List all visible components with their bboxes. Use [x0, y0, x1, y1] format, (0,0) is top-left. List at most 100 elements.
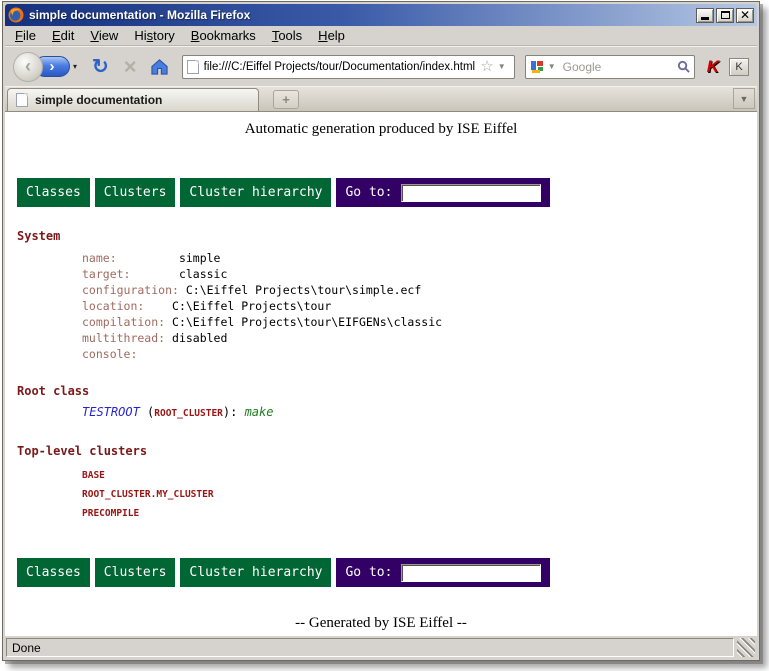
- goto-input[interactable]: [401, 564, 541, 582]
- firefox-icon: [8, 7, 24, 23]
- system-row-label: console:: [82, 347, 137, 361]
- menu-history[interactable]: History: [126, 26, 182, 45]
- menu-help[interactable]: Help: [310, 26, 353, 45]
- nav-button-cluster-hierarchy[interactable]: Cluster hierarchy: [180, 558, 331, 587]
- tab-favicon: [16, 93, 28, 107]
- system-row-label: multithread:: [82, 331, 172, 345]
- system-row-value: classic: [179, 267, 227, 281]
- new-tab-button[interactable]: +: [273, 90, 299, 109]
- cluster-link[interactable]: ROOT_CLUSTER.MY_CLUSTER: [82, 489, 214, 500]
- generated-by-line: -- Generated by ISE Eiffel --: [5, 613, 757, 633]
- cluster-row: PRECOMPILE: [82, 503, 757, 522]
- system-row: name: simple: [82, 250, 757, 266]
- cluster-row: ROOT_CLUSTER.MY_CLUSTER: [82, 484, 757, 503]
- nav-button-cluster-hierarchy[interactable]: Cluster hierarchy: [180, 178, 331, 207]
- system-row-value: disabled: [172, 331, 227, 345]
- system-row-label: target:: [82, 267, 179, 281]
- k-toolbar-button[interactable]: K: [729, 58, 749, 76]
- refresh-button[interactable]: ↻: [92, 57, 109, 77]
- cluster-link[interactable]: PRECOMPILE: [82, 508, 139, 519]
- cluster-list: BASE ROOT_CLUSTER.MY_CLUSTER PRECOMPILE: [82, 465, 757, 522]
- system-row-label: location:: [82, 299, 172, 313]
- cluster-row: BASE: [82, 465, 757, 484]
- history-dropdown-icon[interactable]: ▾: [73, 62, 77, 71]
- window-title: simple documentation - Mozilla Firefox: [29, 8, 694, 22]
- close-button[interactable]: ✕: [736, 8, 754, 23]
- url-input[interactable]: [199, 61, 481, 73]
- firefox-window: simple documentation - Mozilla Firefox ✕…: [2, 1, 760, 661]
- nav-button-classes[interactable]: Classes: [17, 178, 90, 207]
- tab-simple-documentation[interactable]: simple documentation: [7, 88, 259, 111]
- root-class-heading: Root class: [17, 384, 757, 398]
- nav-row-bottom: ClassesClustersCluster hierarchy Go to:: [17, 558, 757, 587]
- maximize-button[interactable]: [716, 8, 734, 23]
- minimize-icon: [701, 17, 709, 20]
- system-row: configuration: C:\Eiffel Projects\tour\s…: [82, 282, 757, 298]
- system-rows: name: simpletarget: classicconfiguration…: [82, 250, 757, 362]
- home-icon: [150, 58, 169, 75]
- menu-bookmarks[interactable]: Bookmarks: [183, 26, 264, 45]
- navigation-toolbar: ‹ › ▾ ↻ × ☆ ▼: [5, 46, 757, 86]
- back-button[interactable]: ‹: [13, 52, 43, 82]
- system-row: console:: [82, 346, 757, 362]
- cluster-link[interactable]: BASE: [82, 470, 105, 481]
- system-row: compilation: C:\Eiffel Projects\tour\EIF…: [82, 314, 757, 330]
- paren-close: ):: [223, 405, 245, 419]
- menu-edit[interactable]: Edit: [44, 26, 82, 45]
- status-bar: Done: [5, 636, 757, 658]
- paren-open: (: [140, 405, 154, 419]
- system-heading: System: [17, 229, 757, 243]
- nav-button-clusters[interactable]: Clusters: [95, 558, 176, 587]
- system-row-value: C:\Eiffel Projects\tour: [172, 299, 331, 313]
- system-row-value: C:\Eiffel Projects\tour\EIFGENs\classic: [172, 315, 442, 329]
- goto-input[interactable]: [401, 184, 541, 202]
- status-panel: Done: [6, 638, 734, 657]
- root-class-link[interactable]: TESTROOT: [82, 405, 140, 419]
- title-bar[interactable]: simple documentation - Mozilla Firefox ✕: [5, 4, 757, 26]
- menu-file[interactable]: File: [7, 26, 44, 45]
- goto-label: Go to:: [345, 185, 392, 200]
- forward-arrow-icon: ›: [50, 58, 55, 75]
- tab-strip: simple documentation + ▼: [5, 86, 757, 112]
- nav-button-clusters[interactable]: Clusters: [95, 178, 176, 207]
- stop-button[interactable]: ×: [124, 57, 137, 77]
- menu-tools[interactable]: Tools: [264, 26, 310, 45]
- screenshot-stage: simple documentation - Mozilla Firefox ✕…: [0, 0, 769, 671]
- root-class-row: TESTROOT (ROOT_CLUSTER): make: [82, 404, 757, 422]
- creation-feature-link[interactable]: make: [245, 405, 274, 419]
- system-row-value: C:\Eiffel Projects\tour\simple.ecf: [186, 283, 421, 297]
- search-magnifier-icon[interactable]: [677, 60, 690, 73]
- tab-list-dropdown-button[interactable]: ▼: [733, 88, 755, 109]
- goto-box: Go to:: [336, 558, 550, 587]
- back-arrow-icon: ‹: [25, 56, 31, 77]
- system-row: target: classic: [82, 266, 757, 282]
- maximize-icon: [721, 11, 730, 19]
- bookmark-star-icon[interactable]: ☆: [480, 59, 493, 74]
- nav-row-top: ClassesClustersCluster hierarchy Go to:: [17, 178, 757, 207]
- chevron-down-icon: ▼: [740, 94, 749, 104]
- nav-button-classes[interactable]: Classes: [17, 558, 90, 587]
- minimize-button[interactable]: [696, 8, 714, 23]
- search-input[interactable]: [560, 60, 677, 74]
- page-content: Automatic generation produced by ISE Eif…: [5, 112, 757, 636]
- clusters-heading: Top-level clusters: [17, 444, 757, 458]
- home-button[interactable]: [150, 58, 169, 75]
- address-bar: ☆ ▼: [182, 55, 515, 79]
- kaspersky-icon[interactable]: K: [707, 58, 719, 75]
- search-engine-dropdown-icon[interactable]: ▼: [544, 62, 560, 71]
- goto-label: Go to:: [345, 565, 392, 580]
- goto-box: Go to:: [336, 178, 550, 207]
- status-text: Done: [12, 641, 41, 655]
- page-footer: -- Generated by ISE Eiffel -- For more d…: [5, 613, 757, 636]
- menu-bar: FileEditViewHistoryBookmarksToolsHelp: [5, 26, 757, 46]
- google-icon[interactable]: [530, 60, 544, 74]
- root-cluster-link[interactable]: ROOT_CLUSTER: [154, 408, 223, 419]
- url-dropdown-icon[interactable]: ▼: [494, 62, 510, 71]
- system-row: multithread: disabled: [82, 330, 757, 346]
- system-row-value: simple: [179, 251, 221, 265]
- page-icon[interactable]: [187, 60, 199, 74]
- system-row-label: compilation:: [82, 315, 172, 329]
- resize-grip-icon[interactable]: [737, 638, 755, 657]
- page-title: Automatic generation produced by ISE Eif…: [5, 112, 757, 138]
- menu-view[interactable]: View: [82, 26, 126, 45]
